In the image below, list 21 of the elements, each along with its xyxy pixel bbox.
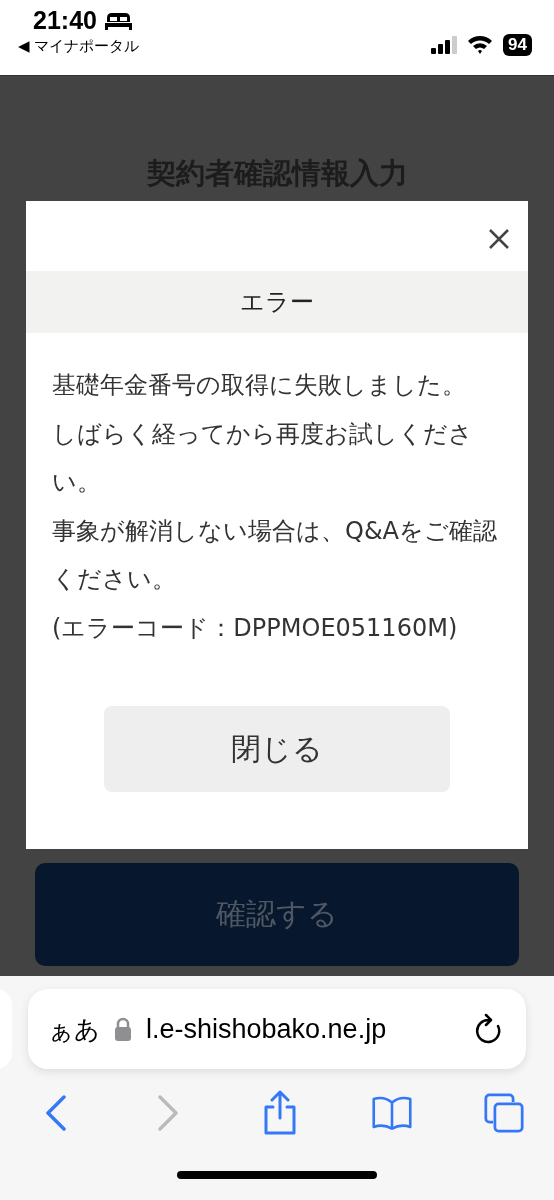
error-message: (エラーコード：DPPMOE051160M) (52, 612, 459, 644)
tabs-icon (484, 1091, 524, 1135)
signal-icon (431, 35, 458, 54)
clock-time: 21:40 (33, 6, 97, 35)
url-text: l.e-shishobako.ne.jp (146, 1013, 388, 1045)
close-icon[interactable] (488, 228, 510, 250)
bed-icon (104, 11, 132, 30)
wifi-icon (467, 35, 494, 54)
back-to-app-link[interactable]: ◀ マイナポータル (18, 37, 140, 56)
error-message: 基礎年金番号の取得に失敗しました。 (52, 370, 467, 401)
tabs-button[interactable] (484, 1091, 524, 1135)
close-button[interactable]: 閉じる (104, 706, 450, 792)
address-bar[interactable]: ぁあ l.e-shishobako.ne.jp (28, 989, 526, 1069)
text-size-button[interactable]: ぁあ (48, 1012, 100, 1046)
dialog-title: エラー (26, 271, 528, 333)
lock-icon (114, 1017, 132, 1041)
forward-chevron-icon (157, 1095, 179, 1131)
error-message: しばらく経ってから再度お試しください。 (52, 418, 474, 498)
battery-level: 94 (503, 33, 532, 56)
error-message: 事象が解消しない場合は、Q&Aをご確認ください。 (52, 515, 499, 595)
back-chevron-icon (45, 1095, 67, 1131)
